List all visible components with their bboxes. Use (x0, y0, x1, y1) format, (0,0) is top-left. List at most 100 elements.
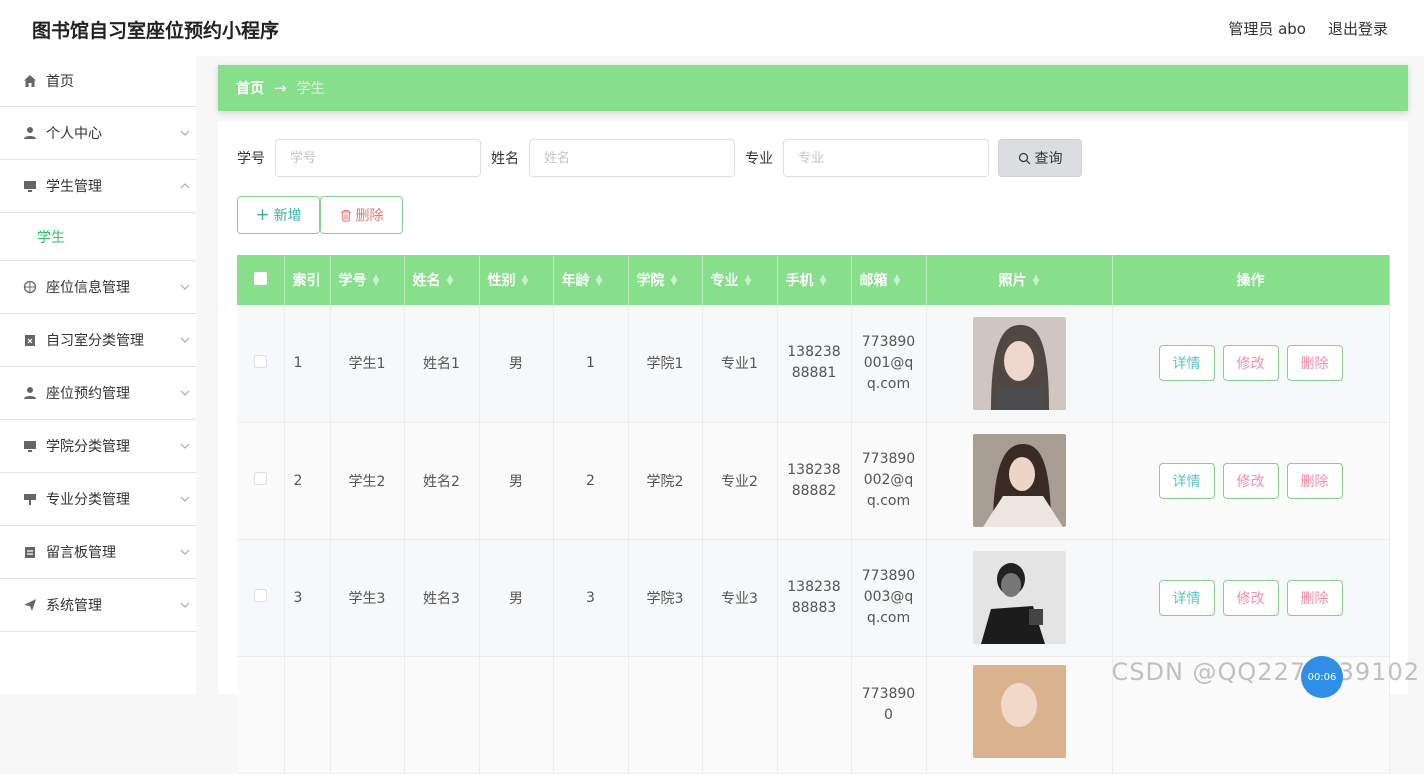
cell-email: 7738900 (851, 656, 926, 773)
row-select-cell[interactable] (237, 539, 284, 656)
col-header-xingming[interactable]: 姓名▲▼ (404, 255, 479, 305)
cell-xingming: 姓名2 (404, 422, 479, 539)
sort-icon[interactable]: ▲▼ (894, 276, 901, 286)
home-icon (22, 73, 38, 89)
sidebar-item-room-category[interactable]: 自习室分类管理 (0, 314, 196, 367)
user-icon (22, 125, 38, 141)
table-row: 1 学生1 姓名1 男 1 学院1 专业1 13823888881 773890… (237, 305, 1389, 422)
batch-delete-button[interactable]: 删除 (320, 196, 403, 234)
zhuanye-input[interactable] (783, 139, 989, 177)
detail-button[interactable]: 详情 (1159, 580, 1215, 616)
row-select-cell[interactable] (237, 422, 284, 539)
cell-phone: 13823888883 (777, 539, 851, 656)
student-photo[interactable] (973, 551, 1066, 644)
row-checkbox[interactable] (254, 472, 267, 485)
row-select-cell[interactable] (237, 305, 284, 422)
app-title: 图书馆自习室座位预约小程序 (32, 16, 279, 43)
delete-button[interactable]: 删除 (1287, 580, 1343, 616)
sidebar-item-label: 座位预约管理 (46, 383, 130, 403)
clipboard-icon (22, 544, 38, 560)
sidebar-item-label: 专业分类管理 (46, 489, 130, 509)
sort-icon[interactable]: ▲▼ (447, 276, 454, 286)
delete-label: 删除 (356, 205, 384, 225)
col-header-zhuanye[interactable]: 专业▲▼ (702, 255, 777, 305)
student-table: 索引 学号▲▼ 姓名▲▼ 性别▲▼ 年龄▲▼ 学院▲▼ 专业▲▼ 手机▲▼ 邮箱… (237, 255, 1390, 774)
breadcrumb-current: 学生 (297, 78, 325, 98)
sidebar-item-message-board[interactable]: 留言板管理 (0, 526, 196, 579)
action-bar: + 新增 删除 (237, 196, 403, 234)
student-photo[interactable] (973, 665, 1066, 758)
col-header-ops: 操作 (1112, 255, 1389, 305)
row-checkbox[interactable] (254, 589, 267, 602)
select-all-checkbox[interactable] (254, 272, 267, 285)
row-checkbox[interactable] (254, 355, 267, 368)
sidebar-item-label: 留言板管理 (46, 542, 116, 562)
cell-email: 773890002@qq.com (851, 422, 926, 539)
edit-button[interactable]: 修改 (1223, 345, 1279, 381)
query-button[interactable]: 查询 (998, 139, 1082, 177)
plus-icon: + (255, 207, 269, 224)
col-header-xuehao[interactable]: 学号▲▼ (330, 255, 404, 305)
select-all-cell[interactable] (237, 255, 284, 305)
sidebar-subitem-student[interactable]: 学生 (0, 213, 196, 261)
cell-xueyuan: 学院2 (628, 422, 702, 539)
edit-button[interactable]: 修改 (1223, 580, 1279, 616)
top-bar: 图书馆自习室座位预约小程序 管理员 abo 退出登录 (0, 0, 1424, 56)
search-form: 学号 姓名 专业 查询 (237, 139, 1082, 177)
timer-badge: 00:06 (1301, 656, 1343, 698)
sidebar-item-seat-info[interactable]: 座位信息管理 (0, 261, 196, 314)
delete-button[interactable]: 删除 (1287, 345, 1343, 381)
sidebar-item-label: 自习室分类管理 (46, 330, 144, 350)
sidebar-item-students[interactable]: 学生管理 (0, 160, 196, 213)
cell-xuehao: 学生2 (330, 422, 404, 539)
sort-icon[interactable]: ▲▼ (522, 276, 529, 286)
col-header-photo[interactable]: 照片▲▼ (926, 255, 1112, 305)
xuehao-input[interactable] (275, 139, 481, 177)
cell-photo (926, 539, 1112, 656)
add-button[interactable]: + 新增 (237, 196, 320, 234)
detail-button[interactable]: 详情 (1159, 463, 1215, 499)
col-header-phone[interactable]: 手机▲▼ (777, 255, 851, 305)
sidebar-item-label: 个人中心 (46, 123, 102, 143)
sort-icon[interactable]: ▲▼ (671, 276, 678, 286)
xingming-input[interactable] (529, 139, 735, 177)
sort-icon[interactable]: ▲▼ (820, 276, 827, 286)
admin-user-label[interactable]: 管理员 abo (1228, 18, 1306, 39)
sidebar-item-system[interactable]: 系统管理 (0, 579, 196, 632)
student-photo[interactable] (973, 434, 1066, 527)
student-photo[interactable] (973, 317, 1066, 410)
sidebar-item-home[interactable]: 首页 (0, 56, 196, 107)
logout-button[interactable]: 退出登录 (1328, 18, 1388, 39)
sort-icon[interactable]: ▲▼ (596, 276, 603, 286)
add-label: 新增 (274, 205, 302, 225)
col-header-email[interactable]: 邮箱▲▼ (851, 255, 926, 305)
col-header-xingbie[interactable]: 性别▲▼ (479, 255, 553, 305)
col-header-nianling[interactable]: 年龄▲▼ (553, 255, 628, 305)
chevron-down-icon (180, 333, 190, 351)
cell-xueyuan: 学院3 (628, 539, 702, 656)
sidebar-item-major-category[interactable]: 专业分类管理 (0, 473, 196, 526)
query-label: 查询 (1035, 148, 1063, 168)
chevron-down-icon (180, 492, 190, 510)
send-icon (22, 597, 38, 613)
edit-button[interactable]: 修改 (1223, 463, 1279, 499)
chevron-down-icon (180, 386, 190, 404)
sort-icon[interactable]: ▲▼ (373, 276, 380, 286)
delete-button[interactable]: 删除 (1287, 463, 1343, 499)
chevron-up-icon (180, 179, 190, 197)
sort-icon[interactable]: ▲▼ (1033, 276, 1040, 286)
cell-email: 773890003@qq.com (851, 539, 926, 656)
sidebar-item-personal[interactable]: 个人中心 (0, 107, 196, 160)
sort-icon[interactable]: ▲▼ (745, 276, 752, 286)
cell-xingbie: 男 (479, 422, 553, 539)
cell-email: 773890001@qq.com (851, 305, 926, 422)
breadcrumb-home[interactable]: 首页 (236, 78, 264, 98)
sidebar-item-label: 座位信息管理 (46, 277, 130, 297)
sidebar-item-college-category[interactable]: 学院分类管理 (0, 420, 196, 473)
cell-photo (926, 656, 1112, 773)
detail-button[interactable]: 详情 (1159, 345, 1215, 381)
table-header-row: 索引 学号▲▼ 姓名▲▼ 性别▲▼ 年龄▲▼ 学院▲▼ 专业▲▼ 手机▲▼ 邮箱… (237, 255, 1389, 305)
sidebar-item-label: 学生管理 (46, 176, 102, 196)
sidebar-item-seat-booking[interactable]: 座位预约管理 (0, 367, 196, 420)
col-header-xueyuan[interactable]: 学院▲▼ (628, 255, 702, 305)
